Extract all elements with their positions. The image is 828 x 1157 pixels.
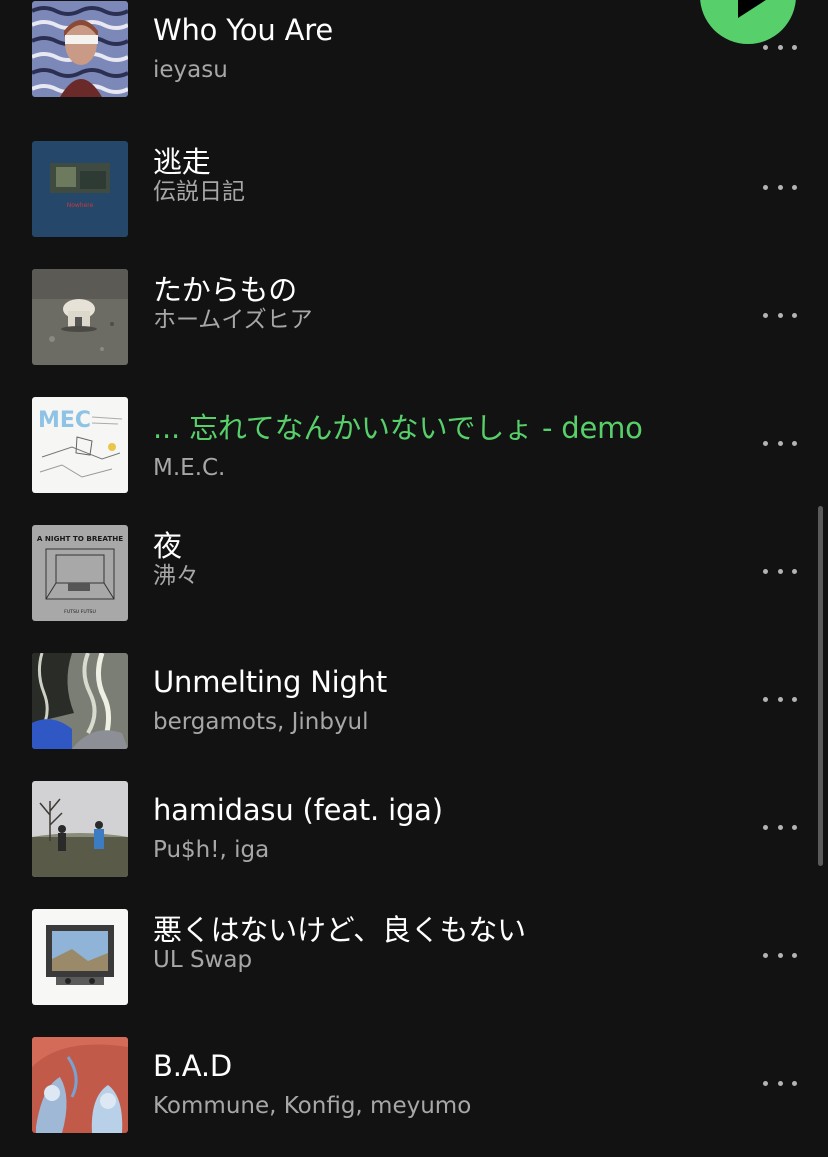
track-artist: bergamots, Jinbyul	[153, 709, 369, 735]
track-artist: ホームイズヒア	[153, 307, 313, 333]
playlist-screen: Who You Are ieyasu Nowhere 逃走 伝説日記 たからもの…	[0, 0, 828, 1157]
track-row[interactable]: 悪くはないけど、良くもない UL Swap	[0, 896, 828, 1024]
album-art	[32, 1037, 128, 1133]
track-title: 悪くはないけど、良くもない	[153, 913, 526, 947]
album-art-subtitle: FUTSU FUTSU	[64, 609, 96, 615]
track-row-playing[interactable]: MEC ... 忘れてなんかいないでしょ - demo M.E.C.	[0, 384, 828, 512]
track-title: ... 忘れてなんかいないでしょ - demo	[153, 411, 643, 445]
more-options-icon[interactable]	[760, 686, 800, 712]
track-title: Unmelting Night	[153, 665, 388, 699]
play-icon	[738, 0, 766, 18]
album-art	[32, 909, 128, 1005]
play-button[interactable]	[700, 0, 796, 44]
track-row[interactable]: B.A.D Kommune, Konfig, meyumo	[0, 1024, 828, 1152]
track-title: たからもの	[153, 273, 298, 307]
track-artist: 沸々	[153, 563, 199, 589]
album-art: A NIGHT TO BREATHE FUTSU FUTSU	[32, 525, 128, 621]
track-title: 逃走	[153, 145, 211, 179]
track-title: Who You Are	[153, 13, 333, 47]
track-artist: M.E.C.	[153, 455, 226, 481]
album-art-title: A NIGHT TO BREATHE	[37, 534, 123, 543]
track-title: hamidasu (feat. iga)	[153, 793, 443, 827]
album-art-text: MEC	[38, 408, 91, 433]
more-options-icon[interactable]	[760, 430, 800, 456]
track-artist: 伝説日記	[153, 179, 245, 205]
album-art	[32, 781, 128, 877]
track-title: B.A.D	[153, 1049, 232, 1083]
more-options-icon[interactable]	[760, 814, 800, 840]
album-art	[32, 269, 128, 365]
track-row[interactable]: Nowhere 逃走 伝説日記	[0, 128, 828, 256]
track-artist: Kommune, Konfig, meyumo	[153, 1093, 472, 1119]
track-row[interactable]: Unmelting Night bergamots, Jinbyul	[0, 640, 828, 768]
album-art	[32, 653, 128, 749]
track-row[interactable]: A NIGHT TO BREATHE FUTSU FUTSU 夜 沸々	[0, 512, 828, 640]
more-options-icon[interactable]	[760, 558, 800, 584]
track-title: 夜	[153, 529, 182, 563]
more-options-icon[interactable]	[760, 942, 800, 968]
more-options-icon[interactable]	[760, 1070, 800, 1096]
track-artist: ieyasu	[153, 57, 228, 83]
track-row[interactable]: hamidasu (feat. iga) Pu$h!, iga	[0, 768, 828, 896]
more-options-icon[interactable]	[760, 302, 800, 328]
more-options-icon[interactable]	[760, 174, 800, 200]
track-row[interactable]: たからもの ホームイズヒア	[0, 256, 828, 384]
album-art: Nowhere	[32, 141, 128, 237]
album-art-text: Nowhere	[67, 202, 94, 209]
scrollbar[interactable]	[818, 506, 823, 866]
album-art: MEC	[32, 397, 128, 493]
album-art	[32, 1, 128, 97]
track-artist: UL Swap	[153, 947, 253, 973]
track-artist: Pu$h!, iga	[153, 837, 270, 863]
